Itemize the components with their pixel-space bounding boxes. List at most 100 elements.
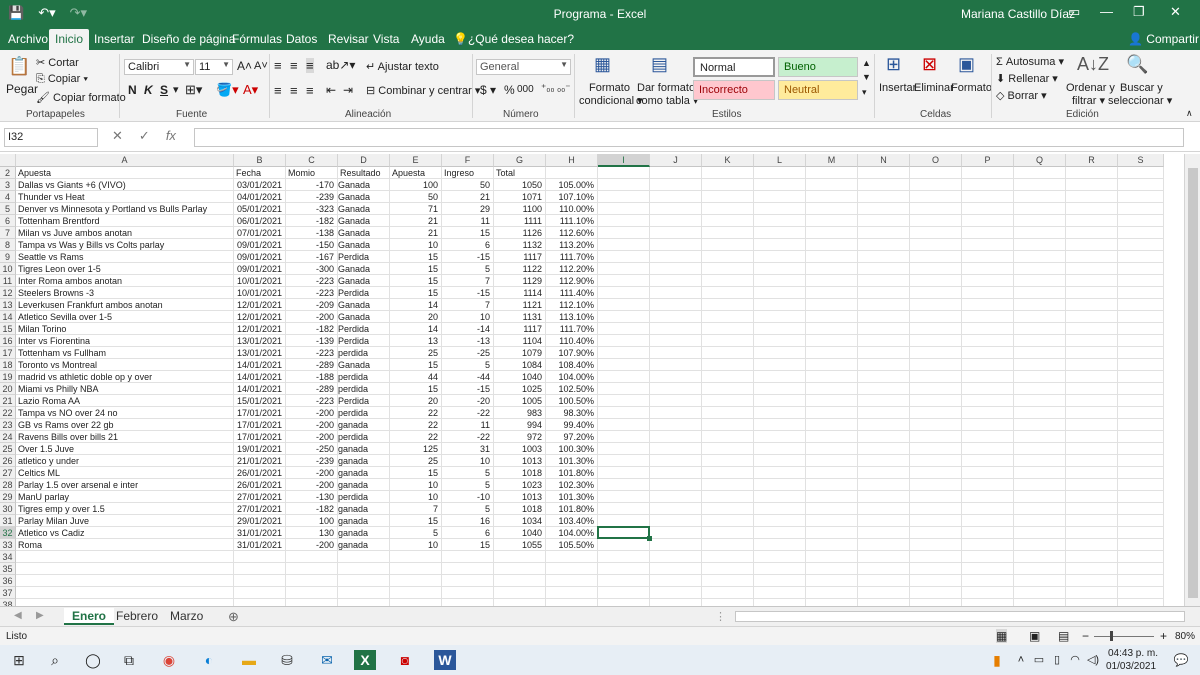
empty-cell[interactable] [1066,263,1118,275]
table-cell[interactable]: Ravens Bills over bills 21 [16,431,234,443]
empty-cell[interactable] [1118,347,1164,359]
copy-button[interactable]: ⎘ Copiar ▾ [36,73,88,86]
table-cell[interactable]: 1005 [494,395,546,407]
empty-cell[interactable] [1118,419,1164,431]
empty-cell[interactable] [650,167,702,179]
row-header[interactable]: 10 [0,263,16,275]
table-cell[interactable]: ganada [338,455,390,467]
empty-cell[interactable] [702,587,754,599]
empty-cell[interactable] [1066,383,1118,395]
empty-cell[interactable] [702,539,754,551]
empty-cell[interactable] [650,551,702,563]
empty-cell[interactable] [858,287,910,299]
clock-time[interactable]: 04:43 p. m. [1108,648,1158,659]
empty-cell[interactable] [650,287,702,299]
style-bueno[interactable]: Bueno [778,57,858,77]
table-cell[interactable]: Lazio Roma AA [16,395,234,407]
empty-cell[interactable] [910,575,962,587]
empty-cell[interactable] [806,347,858,359]
table-cell[interactable]: -14 [442,323,494,335]
empty-cell[interactable] [962,503,1014,515]
empty-cell[interactable] [754,323,806,335]
row-header[interactable]: 16 [0,335,16,347]
grow-font-icon[interactable]: A˄ [237,59,252,73]
table-cell[interactable]: -182 [286,215,338,227]
empty-cell[interactable] [910,251,962,263]
empty-cell[interactable] [702,491,754,503]
empty-cell[interactable] [234,599,286,606]
empty-cell[interactable] [1118,395,1164,407]
table-cell[interactable]: 10/01/2021 [234,275,286,287]
empty-cell[interactable] [1014,467,1066,479]
empty-cell[interactable] [650,239,702,251]
empty-cell[interactable] [806,431,858,443]
empty-cell[interactable] [1066,311,1118,323]
formula-input[interactable] [194,128,1184,147]
empty-cell[interactable] [806,299,858,311]
table-cell[interactable]: 44 [390,371,442,383]
table-cell[interactable]: 11 [442,215,494,227]
empty-cell[interactable] [1118,191,1164,203]
table-cell[interactable]: -167 [286,251,338,263]
empty-cell[interactable] [650,383,702,395]
word-taskbar-icon[interactable]: W [434,650,456,670]
empty-cell[interactable] [702,347,754,359]
increase-indent-icon[interactable]: ⇥ [343,83,353,97]
table-cell[interactable]: 1114 [494,287,546,299]
next-sheet-icon[interactable]: ▶ [36,610,44,621]
empty-cell[interactable] [286,551,338,563]
empty-cell[interactable] [962,203,1014,215]
table-cell[interactable]: ManU parlay [16,491,234,503]
table-cell[interactable]: -239 [286,191,338,203]
empty-cell[interactable] [1118,359,1164,371]
empty-cell[interactable] [1014,503,1066,515]
empty-cell[interactable] [858,395,910,407]
empty-cell[interactable] [1066,299,1118,311]
empty-cell[interactable] [598,407,650,419]
table-cell[interactable]: perdida [338,383,390,395]
empty-cell[interactable] [1118,215,1164,227]
empty-cell[interactable] [650,299,702,311]
table-cell[interactable]: 1071 [494,191,546,203]
empty-cell[interactable] [858,527,910,539]
empty-cell[interactable] [754,191,806,203]
empty-cell[interactable] [910,323,962,335]
column-header[interactable]: B [234,154,286,167]
table-cell[interactable]: 1079 [494,347,546,359]
empty-cell[interactable] [858,359,910,371]
empty-cell[interactable] [858,419,910,431]
table-cell[interactable]: 27/01/2021 [234,491,286,503]
table-cell[interactable]: -182 [286,323,338,335]
empty-cell[interactable] [546,575,598,587]
row-header[interactable]: 5 [0,203,16,215]
table-cell[interactable]: 125 [390,443,442,455]
table-cell[interactable]: 1117 [494,251,546,263]
table-cell[interactable]: 07/01/2021 [234,227,286,239]
normal-view-icon[interactable]: ▦ [996,629,1008,643]
empty-cell[interactable] [1066,191,1118,203]
table-cell[interactable]: 994 [494,419,546,431]
table-cell[interactable]: 6 [442,239,494,251]
table-cell[interactable]: 15 [390,359,442,371]
table-cell[interactable]: Ganada [338,311,390,323]
empty-cell[interactable] [598,239,650,251]
empty-cell[interactable] [806,575,858,587]
row-header[interactable]: 37 [0,587,16,599]
empty-cell[interactable] [1066,599,1118,606]
empty-cell[interactable] [1066,203,1118,215]
row-header[interactable]: 32 [0,527,16,539]
empty-cell[interactable] [650,527,702,539]
table-cell[interactable]: 29/01/2021 [234,515,286,527]
table-cell[interactable]: 6 [442,527,494,539]
empty-cell[interactable] [598,191,650,203]
empty-cell[interactable] [754,335,806,347]
empty-cell[interactable] [1066,215,1118,227]
thousands-button[interactable]: 000 [517,84,534,95]
table-cell[interactable]: Ganada [338,191,390,203]
table-cell[interactable]: 21/01/2021 [234,455,286,467]
empty-cell[interactable] [858,407,910,419]
empty-cell[interactable] [1118,383,1164,395]
table-cell[interactable]: 12/01/2021 [234,323,286,335]
empty-cell[interactable] [962,227,1014,239]
empty-cell[interactable] [598,287,650,299]
